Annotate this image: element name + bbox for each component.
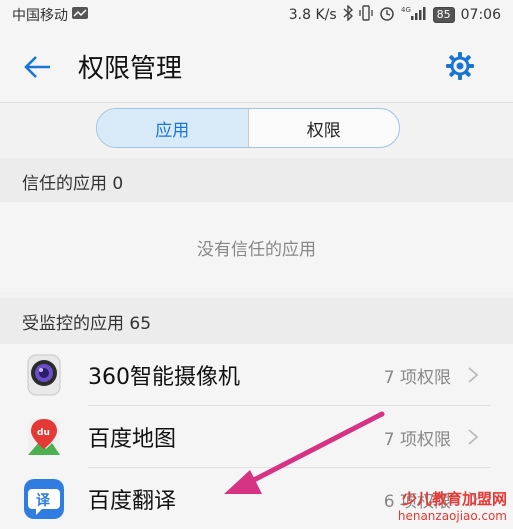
back-arrow-icon[interactable]	[22, 52, 52, 82]
alarm-icon	[379, 5, 395, 25]
activity-icon	[72, 7, 88, 23]
tab-permissions[interactable]: 权限	[247, 109, 400, 147]
permission-count: 7 项权限	[383, 367, 451, 388]
page-title: 权限管理	[78, 54, 183, 84]
list-item[interactable]: 360智能摄像机 7 项权限	[0, 344, 513, 406]
signal-icon: 4G	[401, 5, 427, 25]
carrier-label: 中国移动	[12, 8, 68, 24]
map-app-icon: du	[22, 415, 66, 459]
chevron-right-icon	[467, 366, 479, 384]
trusted-apps-empty-text: 没有信任的应用	[0, 202, 513, 292]
gear-icon[interactable]	[444, 50, 476, 82]
camera-app-icon	[22, 353, 66, 397]
watermark: 少儿教育加盟网 henanzaojiao.com	[398, 491, 507, 525]
watermark-line1: 少儿教育加盟网	[401, 490, 507, 508]
trusted-apps-header: 信任的应用 0	[0, 158, 513, 204]
svg-text:译: 译	[36, 493, 51, 509]
translate-app-icon: 译	[22, 477, 66, 521]
tab-switcher: 应用 权限	[96, 108, 400, 148]
vibrate-icon	[358, 5, 373, 25]
tab-apps[interactable]: 应用	[97, 109, 248, 147]
status-bar: 中国移动 3.8 K/s 4G 85 07:06	[0, 0, 513, 30]
list-item[interactable]: du 百度地图 7 项权限	[0, 406, 513, 468]
chevron-right-icon	[467, 428, 479, 446]
app-header: 权限管理	[0, 30, 513, 102]
watermark-line2: henanzaojiao.com	[397, 509, 507, 523]
svg-text:du: du	[37, 428, 50, 438]
app-name: 360智能摄像机	[88, 365, 240, 390]
monitored-apps-header: 受监控的应用 65	[0, 298, 513, 344]
app-name: 百度翻译	[88, 489, 177, 514]
network-speed: 3.8 K/s	[288, 7, 337, 23]
battery-icon: 85	[432, 7, 455, 23]
permission-count: 7 项权限	[383, 429, 451, 450]
app-name: 百度地图	[88, 427, 177, 452]
header-divider	[0, 102, 513, 103]
bluetooth-icon	[343, 4, 353, 25]
svg-text:4G: 4G	[401, 6, 411, 14]
clock: 07:06	[460, 7, 501, 23]
